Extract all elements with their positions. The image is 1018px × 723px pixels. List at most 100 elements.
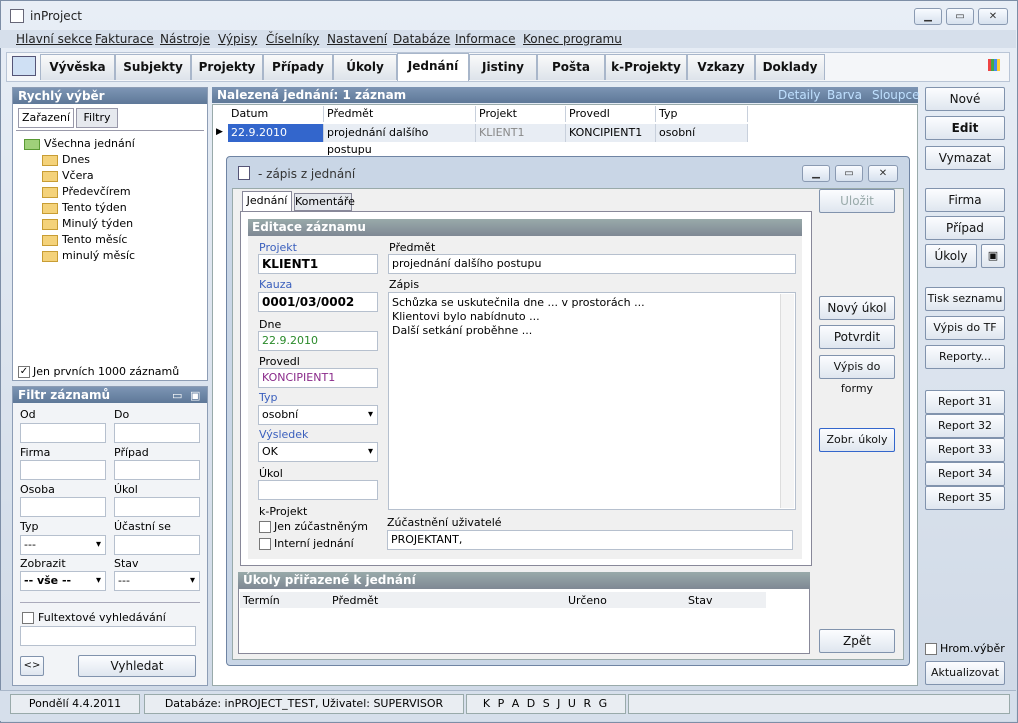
- od-input[interactable]: [20, 423, 106, 443]
- menu-nastaveni[interactable]: Nastavení: [327, 32, 387, 46]
- ucastneni-field[interactable]: PROJEKTANT,: [387, 530, 793, 550]
- ucastni-input[interactable]: [114, 535, 200, 555]
- report-31-button[interactable]: Report 31: [925, 390, 1005, 414]
- folder-open-icon[interactable]: ▭: [172, 389, 182, 402]
- dne-field[interactable]: 22.9.2010: [258, 331, 378, 351]
- typ-select[interactable]: ---: [20, 535, 106, 555]
- home-icon[interactable]: [12, 56, 36, 76]
- save-button[interactable]: Uložit: [819, 189, 895, 213]
- edit-button[interactable]: Edit: [925, 116, 1005, 140]
- report-32-button[interactable]: Report 32: [925, 414, 1005, 438]
- task-col-urceno[interactable]: Určeno: [568, 594, 607, 607]
- reports-button[interactable]: Reporty...: [925, 345, 1005, 369]
- menu-nastroje[interactable]: Nástroje: [160, 32, 210, 46]
- menu-informace[interactable]: Informace: [455, 32, 515, 46]
- do-input[interactable]: [114, 423, 200, 443]
- task-col-termin[interactable]: Termín: [243, 594, 280, 607]
- firma-button[interactable]: Firma: [925, 188, 1005, 212]
- tab-k-projekty[interactable]: k-Projekty: [605, 54, 687, 80]
- table-cell[interactable]: KONCIPIENT1: [566, 124, 656, 142]
- osoba-input[interactable]: [20, 497, 106, 517]
- show-tasks-button[interactable]: Zobr. úkoly: [819, 428, 895, 452]
- pripad-button[interactable]: Případ: [925, 216, 1005, 240]
- ukoly-button[interactable]: Úkoly: [925, 244, 977, 268]
- zapis-textarea[interactable]: Schůzka se uskutečnila dne ... v prostor…: [388, 292, 796, 510]
- tree-item[interactable]: Dnes: [42, 153, 90, 166]
- new-button[interactable]: Nové: [925, 87, 1005, 111]
- back-button[interactable]: Zpět: [819, 629, 895, 653]
- limit-checkbox[interactable]: ✓: [18, 366, 30, 378]
- fulltext-input[interactable]: [20, 626, 196, 646]
- table-cell[interactable]: osobní: [656, 124, 748, 142]
- col-typ[interactable]: Typ: [656, 106, 748, 122]
- menu-databaze[interactable]: Databáze: [393, 32, 450, 46]
- jen-checkbox[interactable]: [259, 521, 271, 533]
- report-34-button[interactable]: Report 34: [925, 462, 1005, 486]
- report-35-button[interactable]: Report 35: [925, 486, 1005, 510]
- tree-item[interactable]: Včera: [42, 169, 94, 182]
- menu-ciselniky[interactable]: Číselníky: [266, 32, 319, 46]
- menu-fakturace[interactable]: Fakturace: [95, 32, 154, 46]
- tab-dialog-jednani[interactable]: Jednání: [242, 191, 292, 211]
- search-button[interactable]: Vyhledat: [78, 655, 196, 677]
- provedl-field[interactable]: KONCIPIENT1: [258, 368, 378, 388]
- zapis-scrollbar[interactable]: [780, 294, 794, 508]
- task-col-stav[interactable]: Stav: [688, 594, 713, 607]
- stav-select[interactable]: ---: [114, 571, 200, 591]
- tab-dialog-komentare[interactable]: Komentáře: [294, 193, 355, 211]
- maximize-button[interactable]: ▭: [946, 8, 974, 25]
- tab-filtry[interactable]: Filtry: [76, 108, 118, 128]
- tab-zarazeni[interactable]: Zařazení: [18, 108, 74, 128]
- minimize-button[interactable]: ▁: [914, 8, 942, 25]
- tree-item[interactable]: minulý měsíc: [42, 249, 135, 262]
- table-cell[interactable]: projednání dalšího postupu: [324, 124, 476, 156]
- report-33-button[interactable]: Report 33: [925, 438, 1005, 462]
- hrom-checkbox[interactable]: [925, 643, 937, 655]
- close-button[interactable]: ✕: [978, 8, 1008, 25]
- fulltext-checkbox[interactable]: [22, 612, 34, 624]
- ukol-field[interactable]: [258, 480, 378, 500]
- tab-doklady[interactable]: Doklady: [755, 54, 825, 80]
- link-sloupce[interactable]: Sloupce: [872, 88, 920, 102]
- tab-projekty[interactable]: Projekty: [191, 54, 263, 80]
- col-provedl[interactable]: Provedl: [566, 106, 656, 122]
- vysledek-select[interactable]: OK: [258, 442, 378, 462]
- print-form-button[interactable]: Výpis do formy: [819, 355, 895, 395]
- tab-posta[interactable]: Pošta: [537, 54, 605, 80]
- kauza-field[interactable]: 0001/03/0002: [258, 292, 378, 312]
- table-cell[interactable]: KLIENT1: [476, 124, 566, 142]
- task-col-predmet[interactable]: Předmět: [332, 594, 378, 607]
- col-datum[interactable]: Datum: [228, 106, 324, 122]
- delete-button[interactable]: Vymazat: [925, 146, 1005, 170]
- grid-menu-icon[interactable]: [988, 59, 1000, 71]
- tab-pripady[interactable]: Případy: [263, 54, 333, 80]
- pripad-input[interactable]: [114, 460, 200, 480]
- table-cell[interactable]: 22.9.2010: [228, 124, 324, 142]
- new-task-button[interactable]: Nový úkol: [819, 296, 895, 320]
- tab-vzkazy[interactable]: Vzkazy: [687, 54, 755, 80]
- task-add-icon[interactable]: ▣: [981, 244, 1005, 268]
- tree-item[interactable]: Minulý týden: [42, 217, 133, 230]
- projekt-field[interactable]: KLIENT1: [258, 254, 378, 274]
- menu-hlavni[interactable]: Hlavní sekce: [16, 32, 92, 46]
- save-icon[interactable]: ▣: [190, 389, 200, 402]
- menu-konec[interactable]: Konec programu: [523, 32, 622, 46]
- dialog-minimize-button[interactable]: ▁: [802, 165, 830, 182]
- firma-input[interactable]: [20, 460, 106, 480]
- tab-jednani[interactable]: Jednání: [397, 53, 469, 81]
- link-barva[interactable]: Barva: [827, 88, 862, 102]
- col-predmet[interactable]: Předmět: [324, 106, 476, 122]
- expand-button[interactable]: <>: [20, 656, 44, 676]
- confirm-button[interactable]: Potvrdit: [819, 325, 895, 349]
- interni-checkbox[interactable]: [259, 538, 271, 550]
- export-tf-button[interactable]: Výpis do TF: [925, 316, 1005, 340]
- refresh-button[interactable]: Aktualizovat: [925, 661, 1005, 685]
- col-projekt[interactable]: Projekt: [476, 106, 566, 122]
- tab-subjekty[interactable]: Subjekty: [115, 54, 191, 80]
- dialog-maximize-button[interactable]: ▭: [835, 165, 863, 182]
- tree-item[interactable]: Předevčírem: [42, 185, 131, 198]
- ukol-input[interactable]: [114, 497, 200, 517]
- menu-vypisy[interactable]: Výpisy: [218, 32, 257, 46]
- tree-root[interactable]: Všechna jednání: [24, 137, 135, 150]
- tab-ukoly[interactable]: Úkoly: [333, 54, 397, 80]
